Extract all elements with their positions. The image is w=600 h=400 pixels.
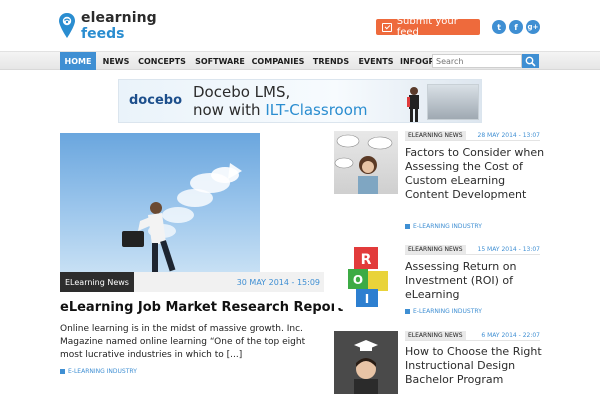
featured-tag-label: E-LEARNING INDUSTRY xyxy=(68,368,137,375)
side-article-2-tag-label: E-LEARNING INDUSTRY xyxy=(413,308,482,315)
docebo-ad-banner[interactable]: docebo Docebo LMS, now with ILT-Classroo… xyxy=(118,79,482,123)
site-logo[interactable]: elearning feeds xyxy=(58,10,168,44)
featured-article-image[interactable] xyxy=(60,133,260,272)
banner-line2-prefix: now with xyxy=(193,101,266,119)
featured-excerpt: Online learning is in the midst of massi… xyxy=(60,324,306,360)
logo-pin-icon xyxy=(59,13,75,38)
nav-item-trends[interactable]: TRENDS xyxy=(310,52,352,70)
page: elearning feeds Submit your feed t f g+ … xyxy=(0,0,600,400)
featured-category[interactable]: ELearning News xyxy=(60,272,134,292)
nav-item-infographics[interactable]: INFOGR xyxy=(400,52,432,70)
nav-item-concepts[interactable]: CONCEPTS xyxy=(136,52,188,70)
side-article-3-meta: ELEARNING NEWS 6 MAY 2014 - 22:07 xyxy=(405,331,540,341)
checkbox-icon xyxy=(382,22,392,32)
nav-item-events[interactable]: EVENTS xyxy=(356,52,396,70)
main-nav: HOME NEWS CONCEPTS SOFTWARE COMPANIES TR… xyxy=(0,51,600,70)
banner-headline-line1: Docebo LMS, xyxy=(193,83,291,101)
side-article-1-title[interactable]: Factors to Consider when Assessing the C… xyxy=(405,146,545,202)
banner-line2-highlight: ILT-Classroom xyxy=(265,101,368,119)
banner-person-image xyxy=(407,87,419,122)
submit-feed-button[interactable]: Submit your feed xyxy=(376,16,480,38)
nav-item-news[interactable]: NEWS xyxy=(98,52,134,70)
tag-icon xyxy=(60,369,65,374)
side-article-2-image[interactable]: R O I xyxy=(334,245,398,308)
svg-text:I: I xyxy=(365,292,369,306)
search-input[interactable] xyxy=(432,54,522,68)
side-article-1-image[interactable] xyxy=(334,131,398,194)
featured-date: 30 MAY 2014 - 15:09 xyxy=(236,277,320,287)
svg-text:R: R xyxy=(361,252,372,268)
submit-feed-label: Submit your feed xyxy=(396,16,458,38)
banner-classroom-image xyxy=(427,84,479,120)
banner-headline-line2: now with ILT-Classroom xyxy=(193,101,368,119)
tag-icon xyxy=(405,309,410,314)
search-icon xyxy=(525,56,536,67)
nav-item-companies[interactable]: COMPANIES xyxy=(250,52,306,70)
side-article-3-image[interactable] xyxy=(334,331,398,394)
side-article-1-tag-label: E-LEARNING INDUSTRY xyxy=(413,223,482,230)
featured-title[interactable]: eLearning Job Market Research Report xyxy=(60,300,343,315)
side-article-2-date: 15 MAY 2014 - 13:07 xyxy=(477,246,540,253)
side-article-2-meta: ELEARNING NEWS 15 MAY 2014 - 13:07 xyxy=(405,245,540,255)
side-article-1-meta: ELEARNING NEWS 28 MAY 2014 - 13:07 xyxy=(405,131,540,141)
nav-item-home[interactable]: HOME xyxy=(60,52,96,70)
side-article-3-date: 6 MAY 2014 - 22:07 xyxy=(481,332,540,339)
facebook-icon[interactable]: f xyxy=(509,20,523,34)
google-plus-icon[interactable]: g+ xyxy=(526,20,540,34)
banner-brand: docebo xyxy=(129,93,182,108)
side-article-2-tag[interactable]: E-LEARNING INDUSTRY xyxy=(405,308,482,315)
nav-item-software[interactable]: SOFTWARE xyxy=(192,52,248,70)
svg-text:O: O xyxy=(353,273,363,287)
featured-meta-bar: ELearning News 30 MAY 2014 - 15:09 xyxy=(60,272,324,292)
featured-tag[interactable]: E-LEARNING INDUSTRY xyxy=(60,368,137,375)
side-article-1-category[interactable]: ELEARNING NEWS xyxy=(405,131,466,140)
side-article-3-category[interactable]: ELEARNING NEWS xyxy=(405,331,466,340)
search-button[interactable] xyxy=(522,54,539,68)
tag-icon xyxy=(405,224,410,229)
logo-text-feeds: feeds xyxy=(81,26,125,42)
twitter-icon[interactable]: t xyxy=(492,20,506,34)
side-article-3-title[interactable]: How to Choose the Right Instructional De… xyxy=(405,345,545,387)
side-article-2-category[interactable]: ELEARNING NEWS xyxy=(405,245,466,254)
side-article-2-title[interactable]: Assessing Return on Investment (ROI) of … xyxy=(405,260,545,302)
logo-text-elearning: elearning xyxy=(81,10,157,26)
side-article-1-tag[interactable]: E-LEARNING INDUSTRY xyxy=(405,223,482,230)
side-article-1-date: 28 MAY 2014 - 13:07 xyxy=(477,132,540,139)
